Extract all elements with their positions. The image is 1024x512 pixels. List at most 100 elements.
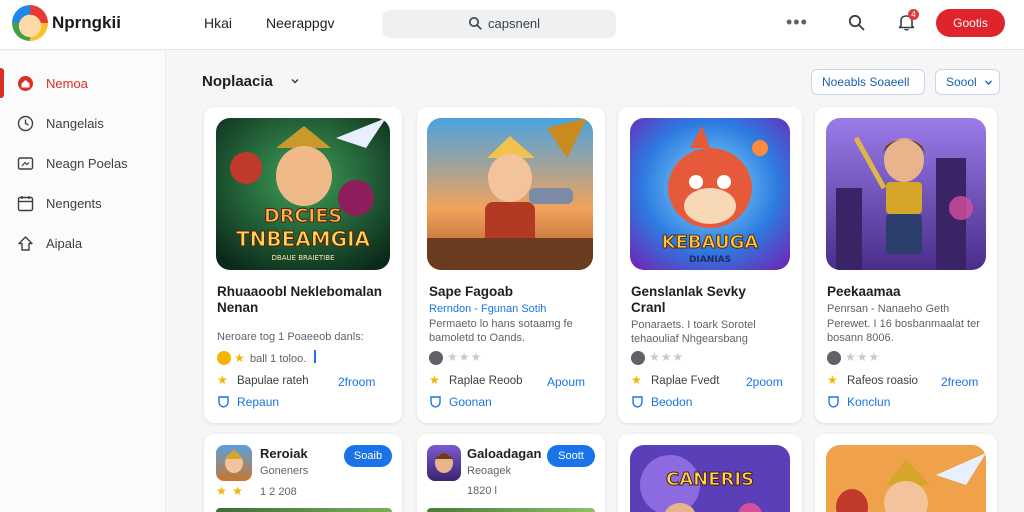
star-icon: ★: [217, 373, 229, 387]
clock-icon: [17, 115, 34, 132]
nav-link-2[interactable]: Neerappgv: [266, 15, 335, 31]
sidebar-item-calendar[interactable]: Nengents: [0, 186, 166, 220]
app-description: Neroare tog 1 Poaeeob danls:: [217, 331, 364, 343]
sort-button[interactable]: Soool: [935, 69, 1000, 95]
app-card[interactable]: CANERIS: [618, 434, 802, 512]
active-indicator: [0, 68, 4, 98]
install-button[interactable]: Soaib: [344, 445, 392, 467]
art-title-text: KEBAUGA: [662, 232, 759, 253]
puzzle-icon: [18, 236, 33, 251]
app-thumbnail[interactable]: DRCIES TNBEAMGIA DBAUE BRAIETIBE: [216, 118, 390, 270]
app-action-link[interactable]: Beodon: [651, 395, 692, 409]
preview-strip: [427, 508, 595, 512]
search-icon: [469, 17, 482, 30]
app-card[interactable]: DRCIES TNBEAMGIA DBAUE BRAIETIBE Rhuaaoo…: [204, 107, 402, 423]
app-logo[interactable]: [12, 5, 48, 41]
app-title-line: Cranl: [631, 300, 666, 315]
app-title-line: Nenan: [217, 300, 259, 315]
app-developer: Reoagek: [467, 465, 512, 477]
app-action-link[interactable]: Goonan: [449, 395, 492, 409]
app-description: Perewet. I 16 bosbanmaalat ter: [827, 318, 980, 330]
app-list-card[interactable]: Reroiak Goneners ★ ★ 1 2 208 Soaib: [204, 434, 402, 512]
rating-coin-icon: [217, 351, 231, 365]
install-button[interactable]: Soott: [547, 445, 595, 467]
app-description: bamoletd to Oands.: [429, 332, 526, 344]
app-title: Galoadagan: [467, 446, 542, 461]
app-meta: Bapulae rateh: [237, 375, 309, 387]
app-developer: Goneners: [260, 465, 309, 477]
app-title: Peekaamaa: [827, 284, 901, 299]
art-title-text: DRCIES: [264, 205, 342, 227]
sidebar-item-home[interactable]: Nemoa: [0, 66, 166, 100]
app-thumbnail[interactable]: [427, 118, 593, 270]
app-thumbnail[interactable]: CANERIS: [630, 445, 790, 512]
preview-strip: [216, 508, 392, 512]
app-meta: Raplae Reoob: [449, 375, 523, 387]
app-meta: 1820 l: [467, 485, 497, 497]
app-list-card[interactable]: Galoadagan Reoagek 1820 l Soott: [417, 434, 605, 512]
star-rating: ★★★: [447, 350, 483, 364]
sidebar-item-recent[interactable]: Nangelais: [0, 106, 166, 140]
app-description: Permaeto lo hans sotaamg fe: [429, 318, 573, 330]
app-icon[interactable]: [216, 445, 252, 481]
filter-button[interactable]: Noeabls Soaeell: [811, 69, 925, 95]
app-thumbnail[interactable]: [826, 445, 986, 512]
media-icon: [17, 157, 34, 170]
app-card[interactable]: [815, 434, 997, 512]
app-title-line: Rhuaaoobl Neklebomalan: [217, 284, 383, 299]
app-description: tehaouliaf Nhgearsbang: [631, 333, 748, 345]
app-meta-link[interactable]: 2froom: [338, 375, 375, 389]
app-thumbnail[interactable]: [826, 118, 986, 270]
app-description: Ponaraets. I toark Sorotel: [631, 319, 756, 331]
shield-icon: [430, 396, 441, 408]
star-icon: ★: [234, 351, 246, 365]
app-meta: 1 2 208: [260, 486, 297, 498]
app-title: Sape Fagoab: [429, 284, 514, 299]
search-icon[interactable]: [848, 14, 865, 31]
app-meta: Rafeos roasio: [847, 375, 918, 387]
app-card[interactable]: Peekaamaa Penrsan - Nanaeho Geth Perewet…: [815, 107, 997, 423]
primary-action-button[interactable]: Gootis: [936, 9, 1005, 37]
app-card[interactable]: KEBAUGA DIANIAS Genslanlak Sevky Cranl P…: [618, 107, 802, 423]
art-subtitle-text: DIANIAS: [689, 255, 731, 265]
app-title: Reroiak: [260, 446, 308, 461]
brand-name: Nprngkii: [52, 13, 121, 32]
sidebar-item-label: Nangelais: [46, 116, 104, 131]
sidebar-item-media[interactable]: Neagn Poelas: [0, 146, 166, 180]
chevron-down-icon[interactable]: [289, 75, 301, 87]
art-title-text: TNBEAMGIA: [236, 227, 371, 251]
star-rating: ★ ★: [216, 484, 244, 498]
app-action-link[interactable]: Konclun: [847, 395, 890, 409]
app-title: Genslanlak Sevky Cranl: [631, 284, 799, 316]
app-meta-link[interactable]: Apoum: [547, 375, 585, 389]
shield-icon: [828, 396, 839, 408]
sidebar-item-label: Nemoa: [46, 76, 88, 91]
app-icon[interactable]: [427, 445, 461, 481]
rating-text: ball 1 toloo.: [250, 353, 307, 365]
app-action-link[interactable]: Repaun: [237, 395, 279, 409]
sidebar-item-label: Nengents: [46, 196, 102, 211]
app-card[interactable]: Sape Fagoab Rerndon - Fgunan Sotih Perma…: [417, 107, 605, 423]
app-meta-link[interactable]: 2freom: [941, 375, 978, 389]
rating-coin-icon: [827, 351, 841, 365]
search-bar[interactable]: capsnenl: [382, 10, 616, 38]
home-icon: [18, 76, 33, 91]
app-developer: Penrsan - Nanaeho Geth: [827, 303, 950, 315]
app-meta-link[interactable]: 2poom: [746, 375, 783, 389]
star-icon: ★: [429, 373, 441, 387]
top-bar: Nprngkii Hkai Neerappgv capsnenl ••• 4 G…: [0, 0, 1024, 50]
more-options-icon[interactable]: •••: [786, 12, 808, 33]
art-title-text: CANERIS: [666, 469, 754, 490]
app-title-line: Genslanlak Sevky: [631, 284, 746, 299]
divider: [314, 350, 316, 363]
sidebar-item-label: Aipala: [46, 236, 83, 251]
star-rating: ★★★: [649, 350, 685, 364]
star-icon: ★: [631, 373, 643, 387]
app-thumbnail[interactable]: KEBAUGA DIANIAS: [630, 118, 790, 270]
section-title[interactable]: Noplaacia: [202, 73, 273, 90]
nav-link-1[interactable]: Hkai: [204, 15, 232, 31]
sidebar-item-apps[interactable]: Aipala: [0, 226, 166, 260]
search-input[interactable]: capsnenl: [488, 16, 540, 31]
app-developer: Rerndon - Fgunan Sotih: [429, 303, 547, 315]
rating-coin-icon: [631, 351, 645, 365]
